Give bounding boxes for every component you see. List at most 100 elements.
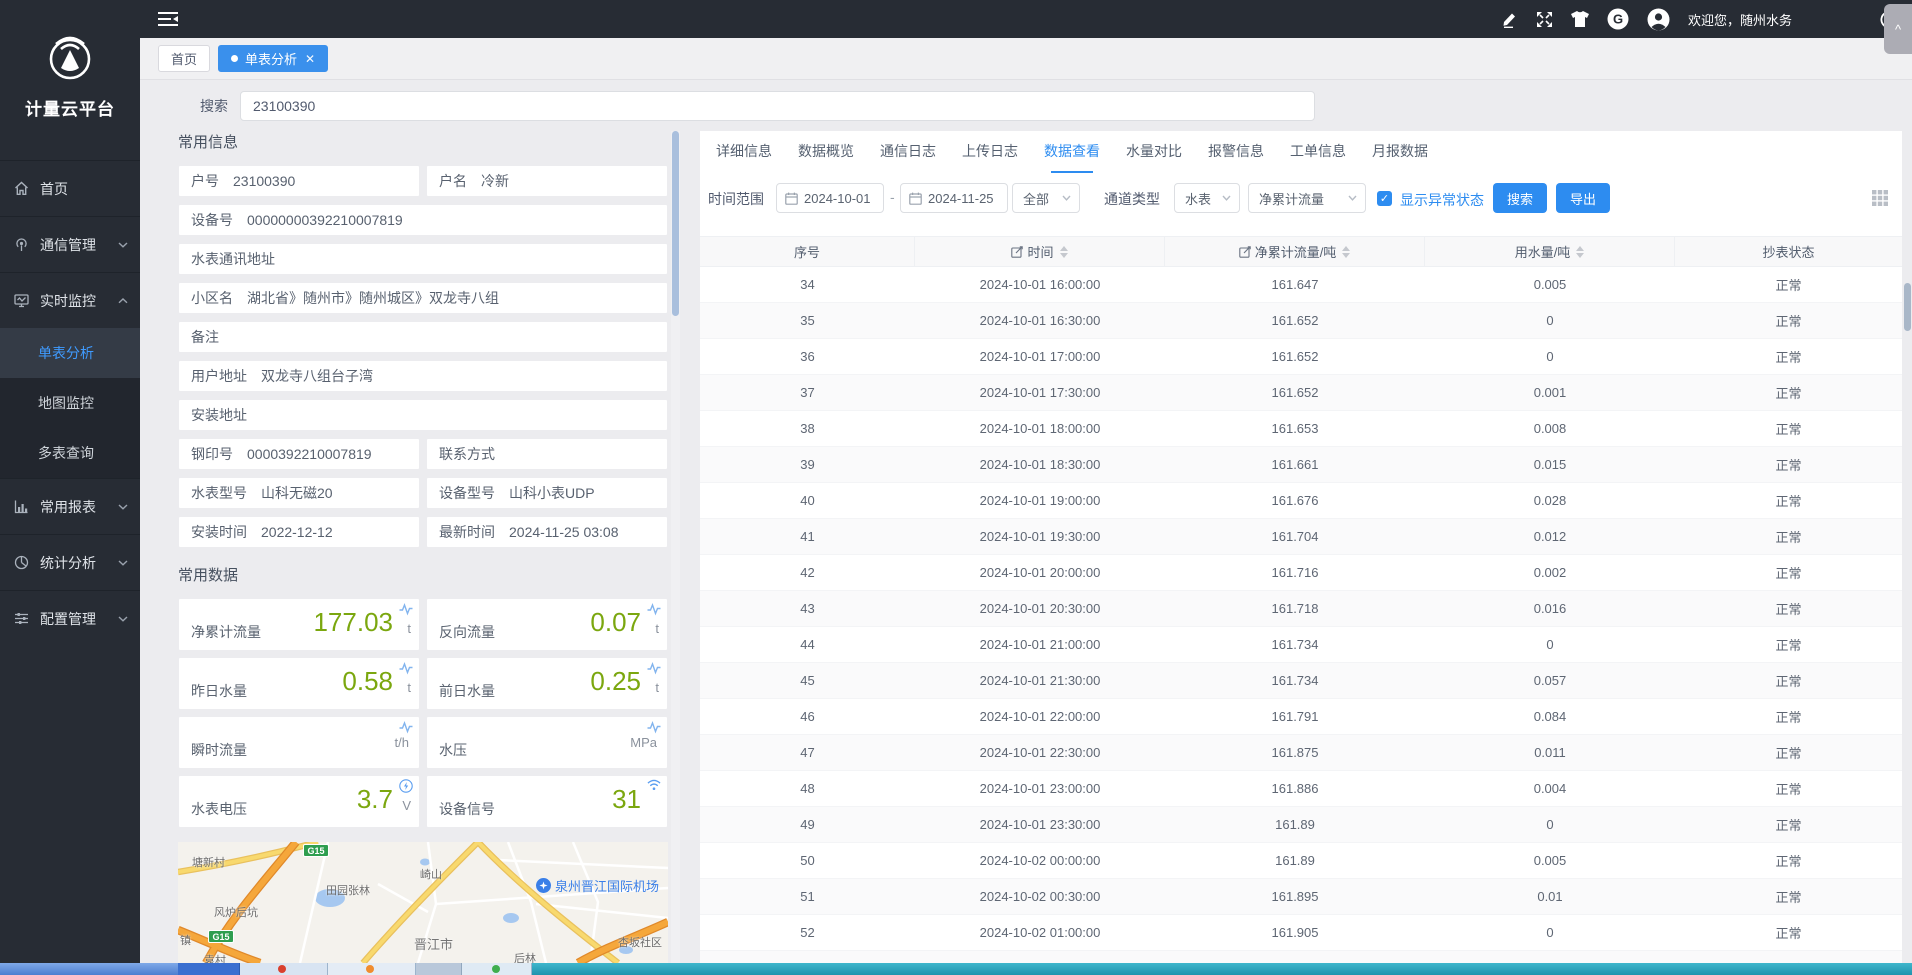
table-row[interactable]: 362024-10-01 17:00:00161.6520正常 — [700, 339, 1902, 375]
data-card-瞬时流量: 瞬时流量t/h — [178, 716, 420, 769]
table-row[interactable]: 442024-10-01 21:00:00161.7340正常 — [700, 627, 1902, 663]
table-scrollbar[interactable] — [1903, 152, 1912, 975]
table-row[interactable]: 492024-10-01 23:30:00161.890正常 — [700, 807, 1902, 843]
sidebar-subitem-单表分析[interactable]: 单表分析 — [0, 328, 140, 378]
sidebar-subitem-地图监控[interactable]: 地图监控 — [0, 378, 140, 428]
airport-marker[interactable]: 泉州晋江国际机场 — [536, 876, 659, 895]
taskbar-app-button[interactable] — [462, 963, 532, 975]
table-cell: 0.028 — [1425, 483, 1675, 519]
detail-tab-上传日志[interactable]: 上传日志 — [962, 141, 1018, 165]
export-button[interactable]: 导出 — [1556, 183, 1610, 213]
left-scrollbar-thumb[interactable] — [672, 131, 679, 316]
taskbar-start-button[interactable] — [0, 963, 178, 975]
sidebar-item-首页[interactable]: 首页 — [0, 160, 140, 216]
search-input[interactable] — [240, 91, 1315, 121]
user-avatar-icon[interactable] — [1647, 8, 1670, 31]
table-row[interactable]: 392024-10-01 18:30:00161.6610.015正常 — [700, 447, 1902, 483]
voltage-icon — [399, 779, 413, 793]
channel-select[interactable]: 水表 — [1174, 183, 1240, 213]
sidebar-item-常用报表[interactable]: 常用报表 — [0, 478, 140, 534]
theme-icon[interactable] — [1571, 11, 1589, 27]
card-value: 0.58 — [342, 666, 393, 697]
table-row[interactable]: 342024-10-01 16:00:00161.6470.005正常 — [700, 267, 1902, 303]
edit-icon[interactable] — [1501, 11, 1518, 28]
table-cell: 正常 — [1675, 915, 1902, 951]
detail-tab-工单信息[interactable]: 工单信息 — [1290, 141, 1346, 165]
metric-select[interactable]: 净累计流量 — [1248, 183, 1366, 213]
table-row[interactable]: 452024-10-01 21:30:00161.7340.057正常 — [700, 663, 1902, 699]
menu-toggle-icon[interactable] — [158, 11, 178, 27]
table-row[interactable]: 522024-10-02 01:00:00161.9050正常 — [700, 915, 1902, 951]
detail-tab-月报数据[interactable]: 月报数据 — [1372, 141, 1428, 165]
sidebar-item-配置管理[interactable]: 配置管理 — [0, 590, 140, 646]
sort-carets-icon[interactable] — [1060, 246, 1068, 258]
table-scrollbar-thumb[interactable] — [1904, 283, 1911, 331]
detail-tab-通信日志[interactable]: 通信日志 — [880, 141, 936, 165]
table-row[interactable]: 422024-10-01 20:00:00161.7160.002正常 — [700, 555, 1902, 591]
detail-tab-数据概览[interactable]: 数据概览 — [798, 141, 854, 165]
tab-label: 首页 — [171, 49, 197, 68]
card-unit: t — [407, 621, 411, 636]
highway-badge: G15 — [208, 930, 234, 943]
table-cell: 0 — [1425, 303, 1675, 339]
field-value: 山科无磁20 — [261, 483, 333, 503]
sort-carets-icon[interactable] — [1576, 246, 1584, 258]
g-icon[interactable]: G — [1607, 8, 1629, 30]
taskbar-app-button[interactable] — [240, 963, 328, 975]
table-cell: 161.653 — [1165, 411, 1425, 447]
taskbar-app-button[interactable] — [416, 963, 462, 975]
map-place-label: 后林 — [514, 950, 536, 963]
date-from-input[interactable]: 2024-10-01 — [776, 183, 884, 213]
granularity-select[interactable]: 全部 — [1012, 183, 1080, 213]
table-cell: 161.875 — [1165, 735, 1425, 771]
workspace-tab-单表分析[interactable]: 单表分析✕ — [218, 45, 328, 72]
table-row[interactable]: 412024-10-01 19:30:00161.7040.012正常 — [700, 519, 1902, 555]
workspace-tab-首页[interactable]: 首页 — [158, 45, 210, 72]
table-cell: 0 — [1425, 339, 1675, 375]
table-row[interactable]: 402024-10-01 19:00:00161.6760.028正常 — [700, 483, 1902, 519]
table-row[interactable]: 462024-10-01 22:00:00161.7910.084正常 — [700, 699, 1902, 735]
date-to-input[interactable]: 2024-11-25 — [900, 183, 1008, 213]
fullscreen-icon[interactable] — [1536, 11, 1553, 28]
column-header-净累计流量/吨[interactable]: 净累计流量/吨 — [1165, 237, 1425, 266]
search-button[interactable]: 搜索 — [1493, 183, 1547, 213]
sidebar-item-统计分析[interactable]: 统计分析 — [0, 534, 140, 590]
sidebar-item-通信管理[interactable]: 通信管理 — [0, 216, 140, 272]
card-label: 前日水量 — [439, 681, 495, 701]
table-cell: 42 — [700, 555, 915, 591]
detail-tab-详细信息[interactable]: 详细信息 — [716, 141, 772, 165]
location-map[interactable]: G15G15塘新村田园张林崎山风炉后坑镇晋江市后林杏坂社区袁村泉州晋江国际机场 — [178, 842, 668, 963]
taskbar-app-button[interactable] — [178, 963, 240, 975]
sidebar-subitem-多表查询[interactable]: 多表查询 — [0, 428, 140, 478]
column-header-用水量/吨[interactable]: 用水量/吨 — [1425, 237, 1675, 266]
table-row[interactable]: 372024-10-01 17:30:00161.6520.001正常 — [700, 375, 1902, 411]
antenna-icon — [14, 237, 30, 253]
table-row[interactable]: 432024-10-01 20:30:00161.7180.016正常 — [700, 591, 1902, 627]
table-row[interactable]: 502024-10-02 00:00:00161.890.005正常 — [700, 843, 1902, 879]
sort-carets-icon[interactable] — [1342, 246, 1350, 258]
table-cell: 正常 — [1675, 879, 1902, 915]
column-settings-icon[interactable] — [1872, 190, 1888, 206]
scroll-top-button[interactable]: ^ — [1884, 4, 1912, 54]
field-value: 0000392210007819 — [247, 446, 372, 462]
table-row[interactable]: 482024-10-01 23:00:00161.8860.004正常 — [700, 771, 1902, 807]
table-row[interactable]: 352024-10-01 16:30:00161.6520正常 — [700, 303, 1902, 339]
table-row[interactable]: 512024-10-02 00:30:00161.8950.01正常 — [700, 879, 1902, 915]
left-panel-scrollbar[interactable] — [671, 131, 680, 963]
table-cell: 161.704 — [1165, 519, 1425, 555]
show-abnormal-checkbox[interactable]: ✓ — [1377, 191, 1392, 206]
sidebar-item-实时监控[interactable]: 实时监控 — [0, 272, 140, 328]
topbar: G 欢迎您，随州水务 — [140, 0, 1912, 38]
field-label: 联系方式 — [439, 444, 495, 464]
taskbar-app-button[interactable] — [328, 963, 416, 975]
airplane-icon — [536, 878, 551, 893]
close-tab-icon[interactable]: ✕ — [305, 52, 315, 66]
detail-tab-数据查看[interactable]: 数据查看 — [1044, 141, 1100, 165]
column-header-时间[interactable]: 时间 — [915, 237, 1165, 266]
detail-tab-报警信息[interactable]: 报警信息 — [1208, 141, 1264, 165]
table-row[interactable]: 382024-10-01 18:00:00161.6530.008正常 — [700, 411, 1902, 447]
table-cell: 2024-10-01 17:30:00 — [915, 375, 1165, 411]
data-cards: 净累计流量177.03t反向流量0.07t昨日水量0.58t前日水量0.25t瞬… — [178, 598, 668, 828]
table-row[interactable]: 472024-10-01 22:30:00161.8750.011正常 — [700, 735, 1902, 771]
detail-tab-水量对比[interactable]: 水量对比 — [1126, 141, 1182, 165]
